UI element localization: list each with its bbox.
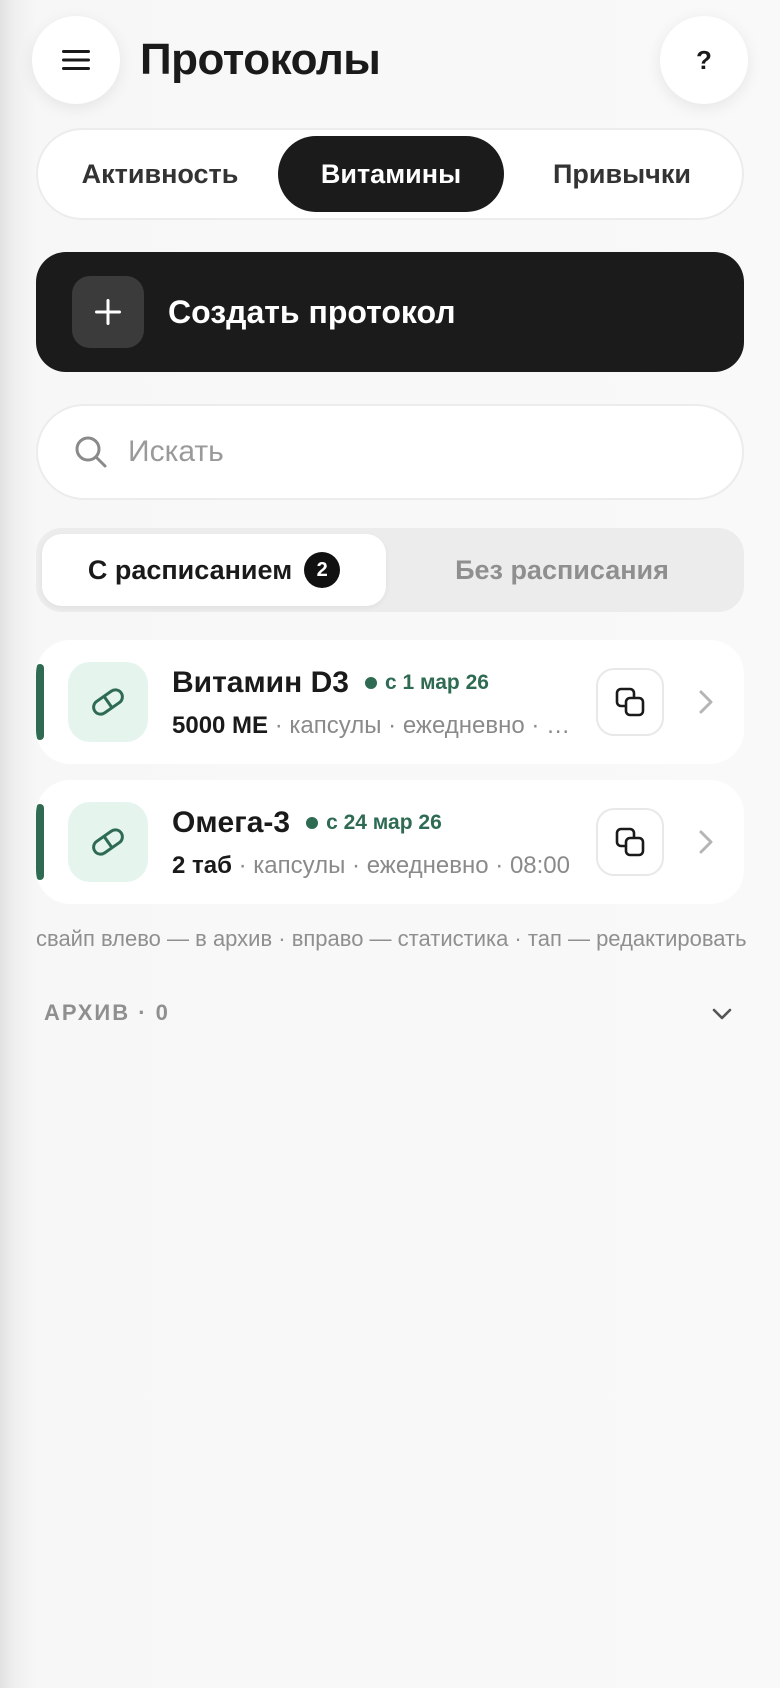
hamburger-icon: [62, 50, 90, 70]
chevron-down-icon: [712, 1008, 732, 1020]
protocol-card[interactable]: Омега-3 с 24 мар 26 2 таб · капсулы · еж…: [36, 780, 744, 904]
filter-scheduled[interactable]: С расписанием 2: [42, 534, 386, 606]
search-bar[interactable]: [36, 404, 744, 500]
chevron-right-icon[interactable]: [688, 824, 724, 860]
create-protocol-label: Создать протокол: [168, 293, 456, 330]
chevron-right-icon[interactable]: [688, 684, 724, 720]
search-input[interactable]: [128, 435, 688, 469]
protocol-name: Омега-3: [172, 806, 291, 839]
active-dot: [364, 677, 377, 689]
card-accent-bar: [36, 664, 44, 740]
protocol-start-date: с 24 мар 26: [326, 811, 442, 834]
protocol-schedule: · капсулы · ежедневно · 08:00: [274, 712, 572, 739]
count-badge: 2: [304, 552, 341, 588]
protocol-card[interactable]: Витамин D3 с 1 мар 26 5000 МЕ · капсулы …: [36, 640, 744, 764]
help-button[interactable]: ?: [660, 16, 748, 104]
tab-activity[interactable]: Активность: [50, 136, 270, 212]
copy-button[interactable]: [596, 808, 664, 876]
tab-vitamins[interactable]: Витамины: [278, 136, 504, 212]
create-protocol-button[interactable]: Создать протокол: [36, 252, 744, 372]
protocol-dose: 5000 МЕ: [172, 712, 269, 739]
copy-icon: [615, 687, 645, 717]
search-icon: [75, 436, 107, 468]
plus-icon: [72, 276, 144, 348]
menu-button[interactable]: [32, 16, 120, 104]
copy-icon: [615, 827, 645, 857]
copy-button[interactable]: [596, 668, 664, 736]
archive-label: АРХИВ · 0: [44, 1000, 170, 1025]
filter-scheduled-label: С расписанием: [87, 554, 293, 585]
protocol-schedule: · капсулы · ежедневно · 08:00: [231, 852, 571, 879]
card-title-row: Омега-3 с 24 мар 26: [172, 806, 442, 840]
protocol-details: 5000 МЕ · капсулы · ежедневно · 08:00: [172, 712, 572, 740]
active-dot: [306, 817, 319, 829]
filter-unscheduled[interactable]: Без расписания: [386, 534, 738, 606]
pill-icon: [68, 802, 148, 882]
tab-habits[interactable]: Привычки: [512, 136, 732, 212]
pill-icon: [68, 662, 148, 742]
category-tabs: Активность Витамины Привычки: [36, 128, 744, 220]
card-title-row: Витамин D3 с 1 мар 26: [172, 666, 489, 700]
protocol-dose: 2 таб: [172, 852, 232, 879]
protocol-name: Витамин D3: [172, 666, 349, 699]
card-accent-bar: [36, 804, 44, 880]
gesture-hint: свайп влево — в архив · вправо — статист…: [36, 926, 747, 951]
protocol-start-date: с 1 мар 26: [384, 671, 489, 694]
protocol-details: 2 таб · капсулы · ежедневно · 08:00: [172, 852, 572, 880]
protocols-screen: Протоколы ? Активность Витамины Привычки…: [0, 0, 780, 1688]
schedule-filter: С расписанием 2 Без расписания: [36, 528, 744, 612]
archive-section-toggle[interactable]: АРХИВ · 0: [44, 998, 744, 1030]
page-title: Протоколы: [140, 35, 381, 84]
